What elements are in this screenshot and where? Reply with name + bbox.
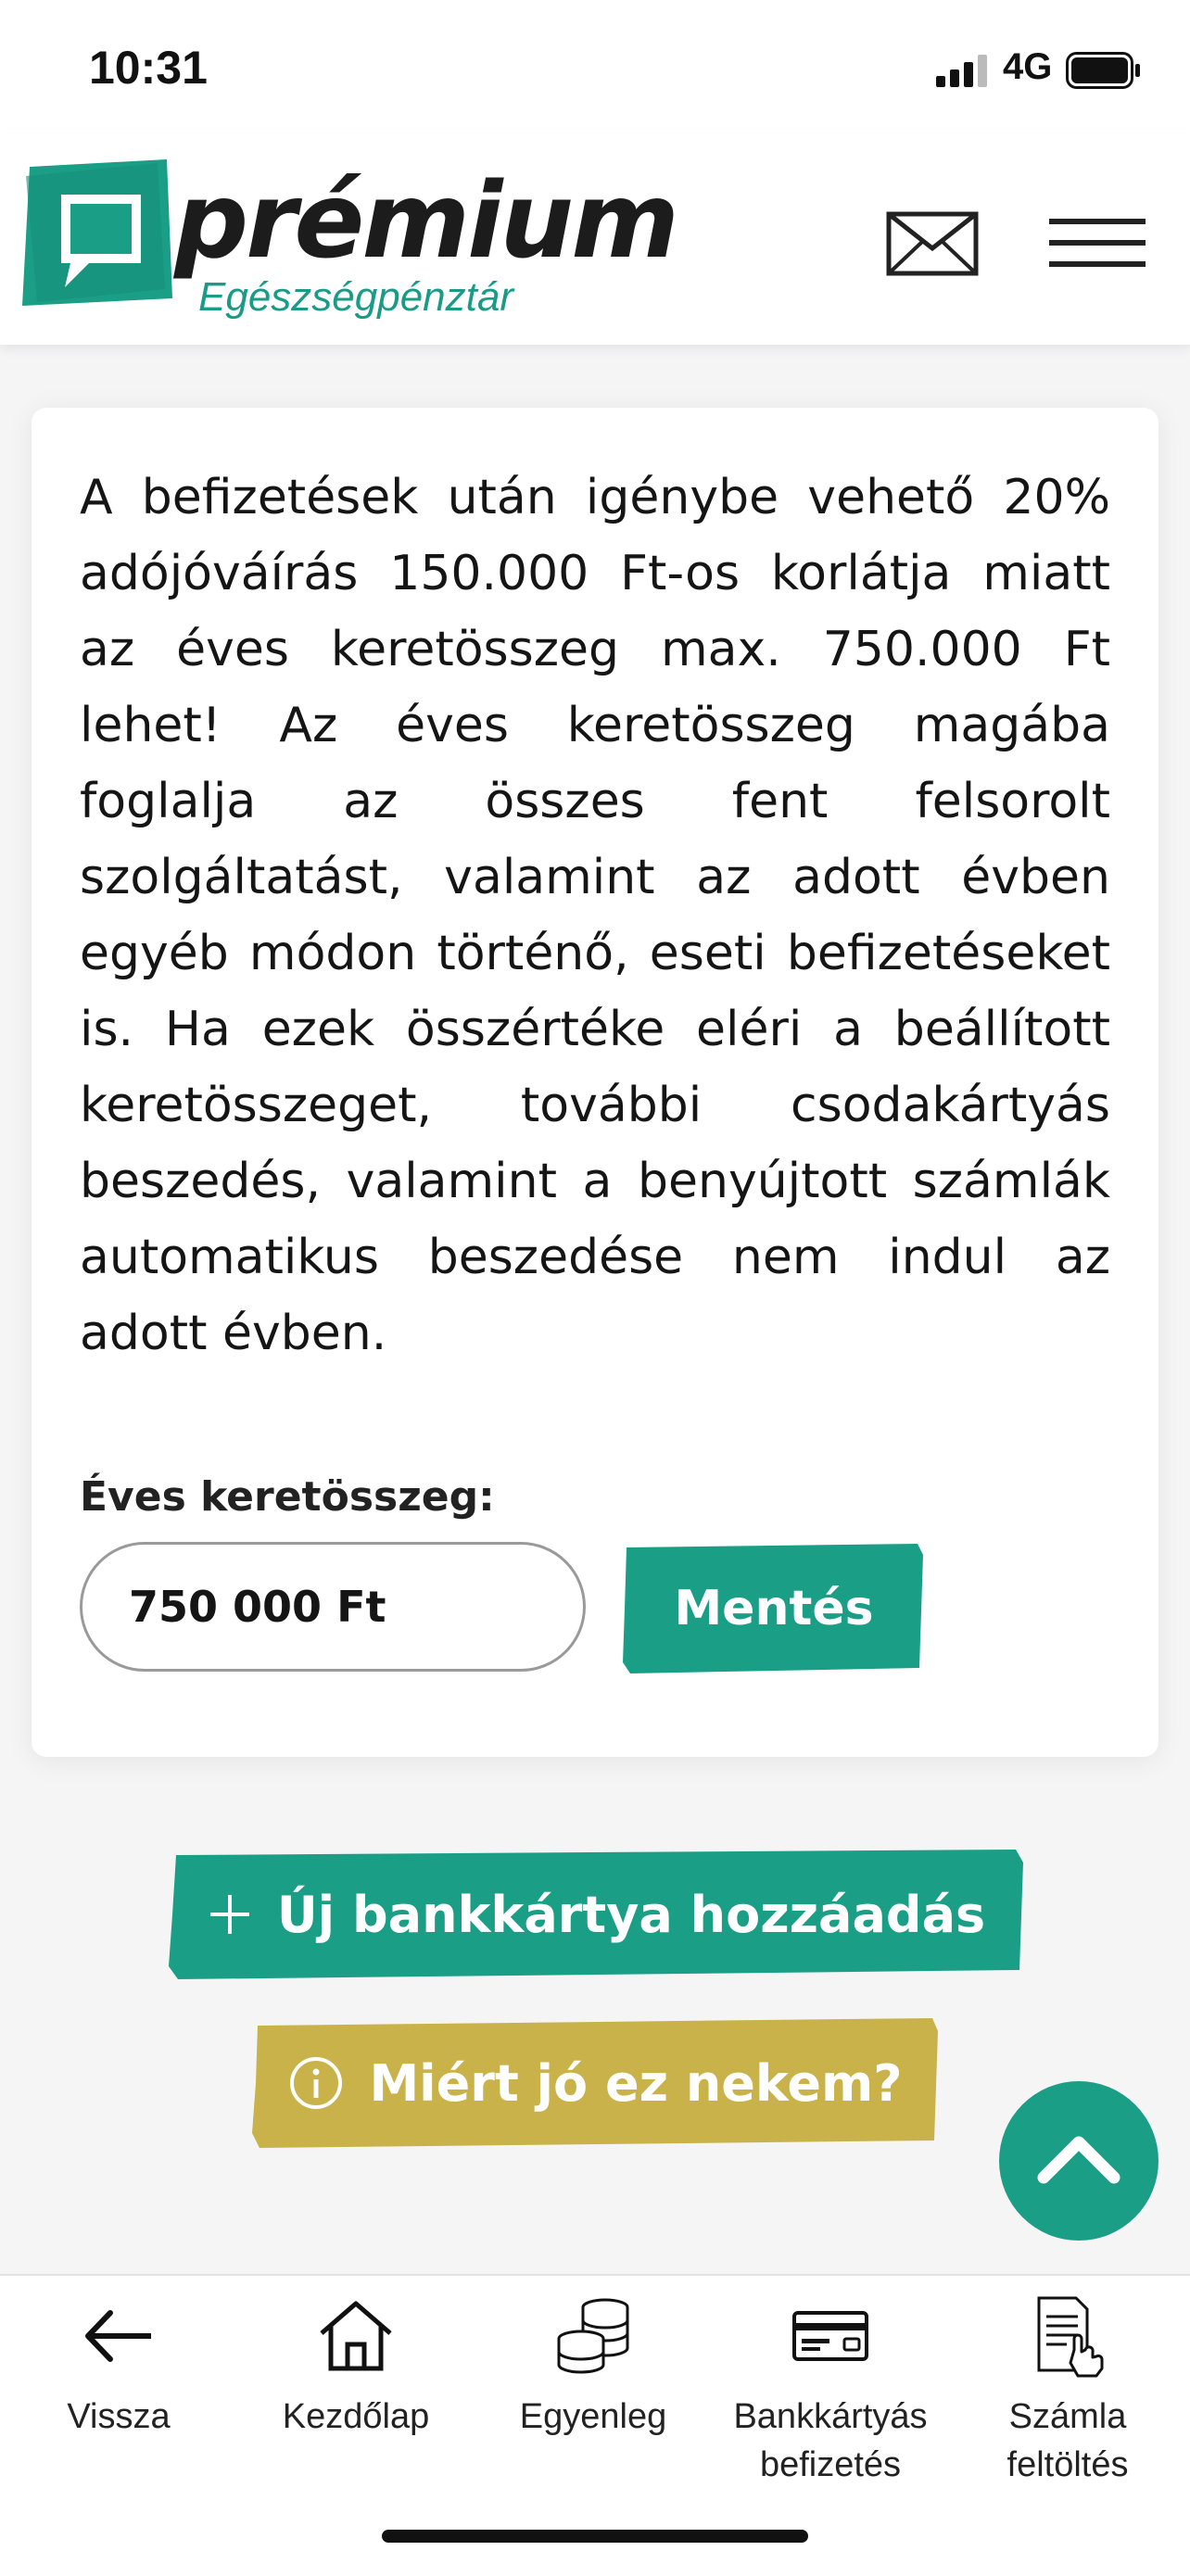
- home-indicator: [382, 2530, 808, 2543]
- annual-limit-input[interactable]: [80, 1542, 586, 1672]
- nav-label-back: Vissza: [67, 2397, 171, 2436]
- nav-item-invoice-upload[interactable]: Számla feltöltés: [949, 2294, 1186, 2489]
- annual-limit-card: A befizetések után igénybe vehető 20% ad…: [32, 408, 1158, 1757]
- coins-icon: [557, 2298, 629, 2374]
- annual-limit-label: Éves keretösszeg:: [80, 1473, 495, 1521]
- app-header: prémium Egészségpénztár: [0, 130, 1190, 345]
- hamburger-menu-icon[interactable]: [1049, 217, 1146, 269]
- why-good-label: Miért jó ez nekem?: [369, 2053, 903, 2113]
- add-bank-card-button[interactable]: Új bankkártya hozzáadás: [169, 1850, 1025, 1979]
- invoice-upload-icon: [1037, 2296, 1104, 2378]
- credit-card-icon: [792, 2311, 868, 2361]
- add-bank-card-label: Új bankkártya hozzáadás: [276, 1885, 986, 1944]
- home-icon: [320, 2301, 392, 2371]
- why-good-button[interactable]: Miért jó ez nekem?: [252, 2018, 940, 2148]
- premium-logo[interactable]: prémium Egészségpénztár: [19, 148, 704, 324]
- chevron-up-icon: [1037, 2136, 1120, 2184]
- nav-label-balance: Egyenleg: [519, 2397, 667, 2436]
- logo-subtitle: Egészségpénztár: [198, 274, 513, 320]
- arrow-left-icon: [85, 2310, 151, 2362]
- nav-item-home[interactable]: Kezdőlap: [237, 2294, 475, 2441]
- nav-label-home: Kezdőlap: [282, 2397, 430, 2436]
- scroll-to-top-button[interactable]: [999, 2081, 1158, 2241]
- battery-icon: [1066, 52, 1140, 89]
- nav-item-back[interactable]: Vissza: [0, 2294, 237, 2441]
- info-icon: [290, 2057, 343, 2109]
- limit-info-text: A befizetések után igénybe vehető 20% ad…: [80, 470, 1110, 1361]
- signal-icon: [936, 55, 987, 87]
- status-time: 10:31: [89, 42, 208, 94]
- logo-wordmark: prémium: [174, 161, 679, 282]
- logo-mark-icon: [22, 159, 172, 306]
- plus-icon: [209, 1895, 249, 1934]
- nav-label-card-payment: Bankkártyás befizetés: [733, 2397, 928, 2484]
- network-type: 4G: [1003, 46, 1053, 87]
- save-button-label: Mentés: [674, 1581, 874, 1636]
- nav-item-balance[interactable]: Egyenleg: [475, 2294, 712, 2441]
- status-bar: 10:31 4G: [0, 0, 1190, 130]
- nav-label-invoice-upload: Számla feltöltés: [1006, 2397, 1129, 2484]
- nav-item-card-payment[interactable]: Bankkártyás befizetés: [712, 2294, 949, 2489]
- mail-icon[interactable]: [886, 211, 979, 276]
- save-button[interactable]: Mentés: [621, 1544, 927, 1673]
